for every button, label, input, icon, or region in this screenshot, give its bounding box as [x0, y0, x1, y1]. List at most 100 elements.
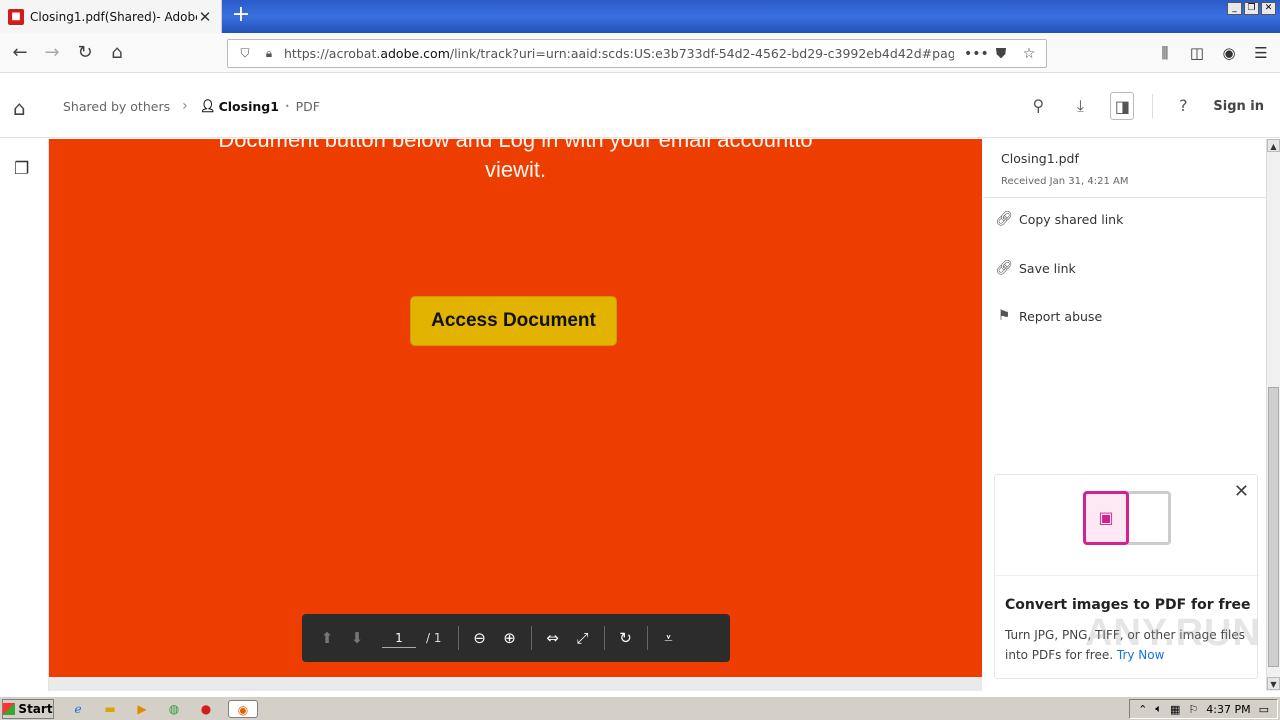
internet-explorer-icon[interactable]: ℯ — [68, 700, 88, 718]
toolbar-divider — [603, 626, 605, 650]
browser-toolbar-right: ⫼ ◫ ◉ ☰ — [1154, 41, 1272, 65]
fit-width-icon[interactable]: ⇔ — [538, 623, 568, 653]
quick-launch: ℯ ▬ ▶ ◍ ● ◉ — [68, 700, 258, 718]
document-icon — [1125, 491, 1171, 545]
minimize-button[interactable]: _ — [1227, 2, 1242, 15]
collapse-toolbar-icon[interactable]: ⩡ — [654, 623, 684, 653]
maximize-button[interactable]: ❐ — [1244, 2, 1259, 15]
next-page-icon[interactable]: ⬇ — [342, 623, 372, 653]
document-canvas: Document button below and Log in with yo… — [49, 139, 982, 691]
volume-icon[interactable]: 🔈︎ — [1155, 702, 1162, 716]
shared-user-icon: 👤︎ — [199, 98, 216, 113]
chevron-right-icon: › — [182, 98, 188, 114]
browser-titlebar: ■ Closing1.pdf(Shared)- Adobe Document C… — [0, 0, 1280, 33]
file-name: Closing1.pdf — [1001, 151, 1079, 166]
forward-button[interactable]: → — [40, 41, 64, 65]
image-icon: ▣ — [1083, 491, 1129, 545]
copy-shared-link-button[interactable]: 🔗︎ Copy shared link — [995, 211, 1123, 227]
panel-toggle-icon[interactable]: ◨ — [1110, 92, 1135, 120]
save-link-button[interactable]: 🔗︎ Save link — [995, 260, 1076, 276]
link-icon: 🔗︎ — [995, 260, 1013, 276]
watermark-logo: ANY.RUN — [1085, 612, 1261, 654]
menu-icon[interactable]: ☰ — [1250, 41, 1272, 65]
flag-icon: ⚑ — [997, 308, 1011, 324]
show-desktop-icon[interactable]: ▭ — [1259, 703, 1269, 716]
reload-button[interactable]: ↻ — [73, 41, 97, 65]
crumb-shared-by-others[interactable]: Shared by others — [63, 99, 170, 114]
zoom-in-icon[interactable]: ⊕ — [495, 623, 525, 653]
acrobat-header: ⌂ Shared by others › 👤︎ Closing1 • PDF ⚲ … — [0, 74, 1280, 138]
new-tab-button[interactable]: + — [229, 4, 253, 28]
document-text-line: viewit. — [484, 157, 547, 182]
flag-icon[interactable]: ⚐ — [1188, 703, 1198, 716]
account-icon[interactable]: ◉ — [1218, 41, 1240, 65]
pdf-toolbar: ⬆ ⬇ 1 / 1 ⊖ ⊕ ⇔ ⤢ ↻ ⩡ — [302, 614, 730, 662]
zoom-out-icon[interactable]: ⊖ — [465, 623, 495, 653]
start-button[interactable]: Start — [2, 699, 54, 719]
left-rail: ❐ — [0, 139, 49, 691]
image-to-pdf-illustration: ▣ — [1083, 491, 1175, 549]
header-divider — [1152, 94, 1154, 118]
network-icon[interactable]: ▦ — [1170, 703, 1180, 716]
close-icon[interactable]: ✕ — [1234, 481, 1249, 502]
scroll-down-arrow[interactable]: ▼ — [1267, 677, 1280, 690]
toolbar-divider — [457, 626, 459, 650]
download-icon[interactable]: ⤓ — [1068, 92, 1092, 120]
rotate-icon[interactable]: ↻ — [611, 623, 641, 653]
home-icon[interactable]: ⌂ — [13, 96, 26, 120]
url-text[interactable]: https://acrobat.adobe.com/link/track?uri… — [284, 46, 954, 61]
pocket-icon[interactable]: ⛊ — [992, 46, 1010, 62]
windows-logo-icon — [3, 703, 16, 715]
windows-taskbar: Start ℯ ▬ ▶ ◍ ● ◉ ⌃ 🔈︎ ▦ ⚐ 4:37 PM ▭ — [0, 696, 1280, 720]
lock-icon[interactable]: 🔒︎ — [260, 46, 278, 61]
vertical-scrollbar[interactable]: ▲ ▼ — [1266, 139, 1280, 691]
crumb-file-type: PDF — [295, 98, 320, 114]
media-player-icon[interactable]: ▶ — [132, 700, 152, 718]
crumb-document: 👤︎ Closing1 — [199, 98, 279, 114]
link-icon: 🔗︎ — [995, 211, 1013, 227]
right-panel: Closing1.pdf Received Jan 31, 4:21 AM 🔗︎… — [983, 139, 1266, 691]
promo-divider — [995, 575, 1259, 576]
report-abuse-button[interactable]: ⚑ Report abuse — [995, 308, 1102, 324]
page-number-input[interactable]: 1 — [382, 628, 416, 648]
previous-page-icon[interactable]: ⬆ — [312, 623, 342, 653]
url-bar[interactable]: ⛉ 🔒︎ https://acrobat.adobe.com/link/trac… — [227, 39, 1047, 68]
dot-separator: • — [284, 101, 290, 111]
search-icon[interactable]: ⚲ — [1026, 92, 1050, 120]
breadcrumb: Shared by others › 👤︎ Closing1 • PDF — [63, 98, 320, 114]
home-button[interactable]: ⌂ — [105, 41, 129, 65]
close-window-button[interactable]: ✕ — [1261, 2, 1276, 15]
page-thumbnails-icon[interactable]: ❐ — [14, 159, 29, 179]
bookmark-star-icon[interactable]: ☆ — [1020, 46, 1038, 62]
firefox-icon[interactable]: ◉ — [228, 700, 258, 718]
document-text-line: Document button below and Log in with yo… — [218, 139, 813, 152]
library-icon[interactable]: ⫼ — [1154, 41, 1176, 65]
access-document-button[interactable]: Access Document — [410, 296, 617, 346]
browser-navbar: ← → ↻ ⌂ ⛉ 🔒︎ https://acrobat.adobe.com/l… — [0, 33, 1280, 73]
folder-icon[interactable]: ▬ — [100, 700, 120, 718]
browser-tab[interactable]: ■ Closing1.pdf(Shared)- Adobe Document C… — [0, 0, 222, 33]
window-controls: _ ❐ ✕ — [1227, 2, 1276, 15]
scrollbar-thumb[interactable] — [1268, 387, 1279, 667]
promo-title: Convert images to PDF for free — [1005, 597, 1251, 613]
help-icon[interactable]: ? — [1171, 92, 1195, 120]
toolbar-divider — [646, 626, 648, 650]
system-tray: ⌃ 🔈︎ ▦ ⚐ 4:37 PM ▭ — [1129, 699, 1278, 719]
opera-icon[interactable]: ● — [196, 700, 216, 718]
tray-expand-icon[interactable]: ⌃ — [1138, 703, 1147, 716]
scroll-up-arrow[interactable]: ▲ — [1267, 139, 1280, 152]
chrome-icon[interactable]: ◍ — [164, 700, 184, 718]
shield-icon[interactable]: ⛉ — [236, 46, 254, 61]
tab-title: Closing1.pdf(Shared)- Adobe Document Clo… — [30, 9, 197, 24]
fit-page-icon[interactable]: ⤢ — [568, 623, 598, 653]
pdf-icon: ■ — [8, 8, 24, 25]
clock[interactable]: 4:37 PM — [1206, 703, 1250, 716]
back-button[interactable]: ← — [8, 41, 32, 65]
pdf-page: Document button below and Log in with yo… — [49, 139, 982, 677]
sign-in-link[interactable]: Sign in — [1213, 99, 1264, 114]
more-actions-icon[interactable]: ••• — [964, 46, 989, 62]
sidebar-icon[interactable]: ◫ — [1186, 41, 1208, 65]
close-tab-icon[interactable]: ✕ — [197, 8, 213, 26]
received-date: Received Jan 31, 4:21 AM — [1001, 176, 1129, 187]
header-actions: ⚲ ⤓ ◨ ? Sign in — [1026, 92, 1264, 120]
